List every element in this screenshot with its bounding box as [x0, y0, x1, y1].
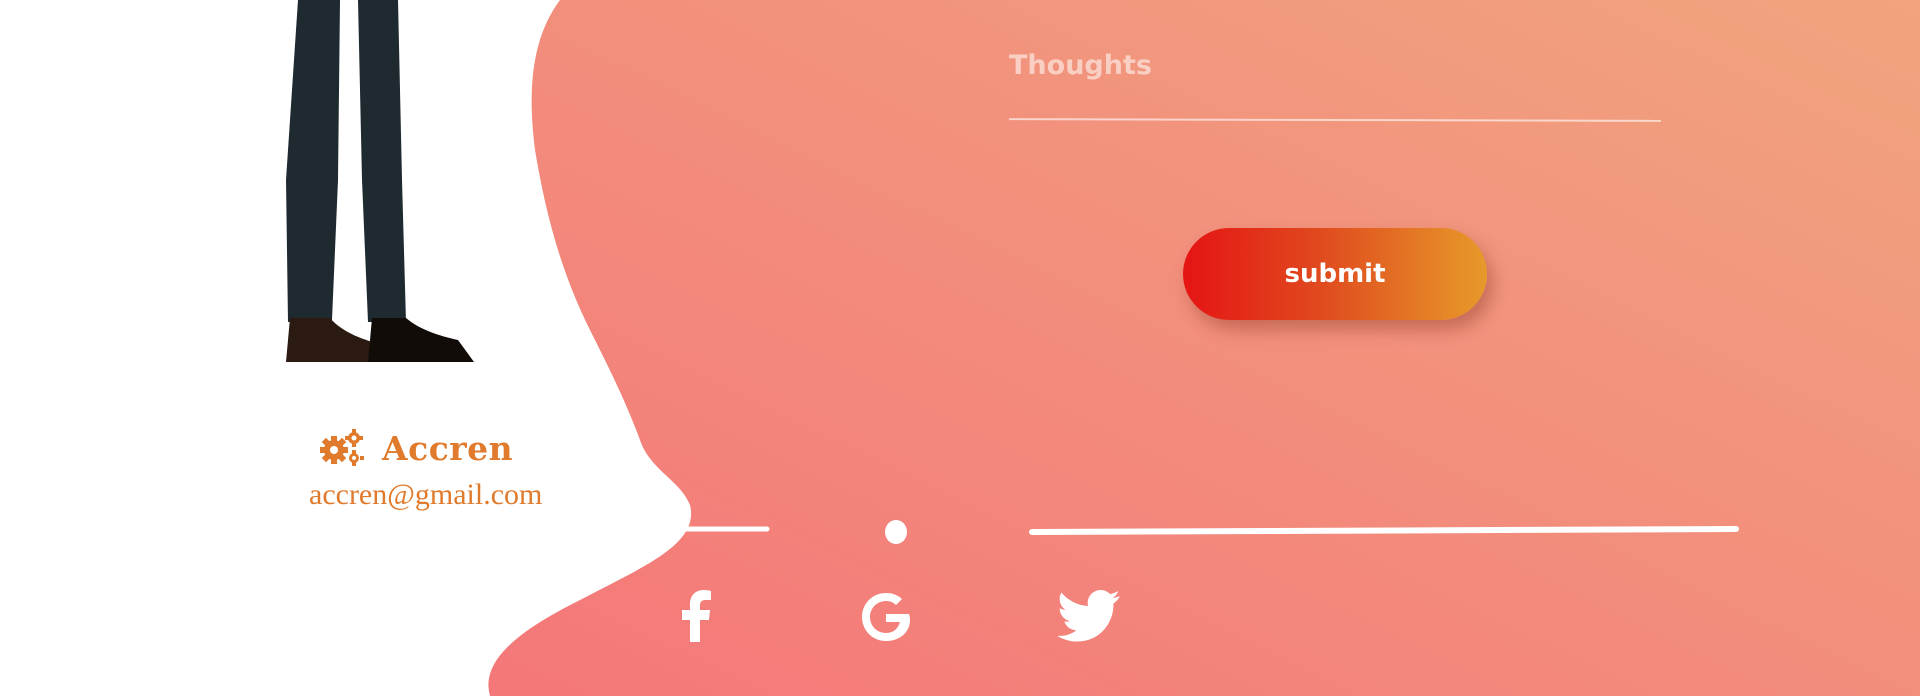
brand: Accren — [318, 428, 513, 468]
brand-email[interactable]: accren@gmail.com — [309, 478, 542, 512]
gears-icon — [320, 429, 364, 466]
thoughts-input[interactable]: Thoughts — [1009, 50, 1152, 81]
character-illustration — [286, 0, 474, 362]
twitter-icon[interactable] — [1058, 590, 1120, 642]
facebook-icon[interactable] — [678, 590, 718, 642]
google-icon[interactable] — [860, 593, 912, 641]
brand-name: Accren — [382, 428, 514, 468]
submit-button[interactable]: submit — [1183, 228, 1487, 320]
